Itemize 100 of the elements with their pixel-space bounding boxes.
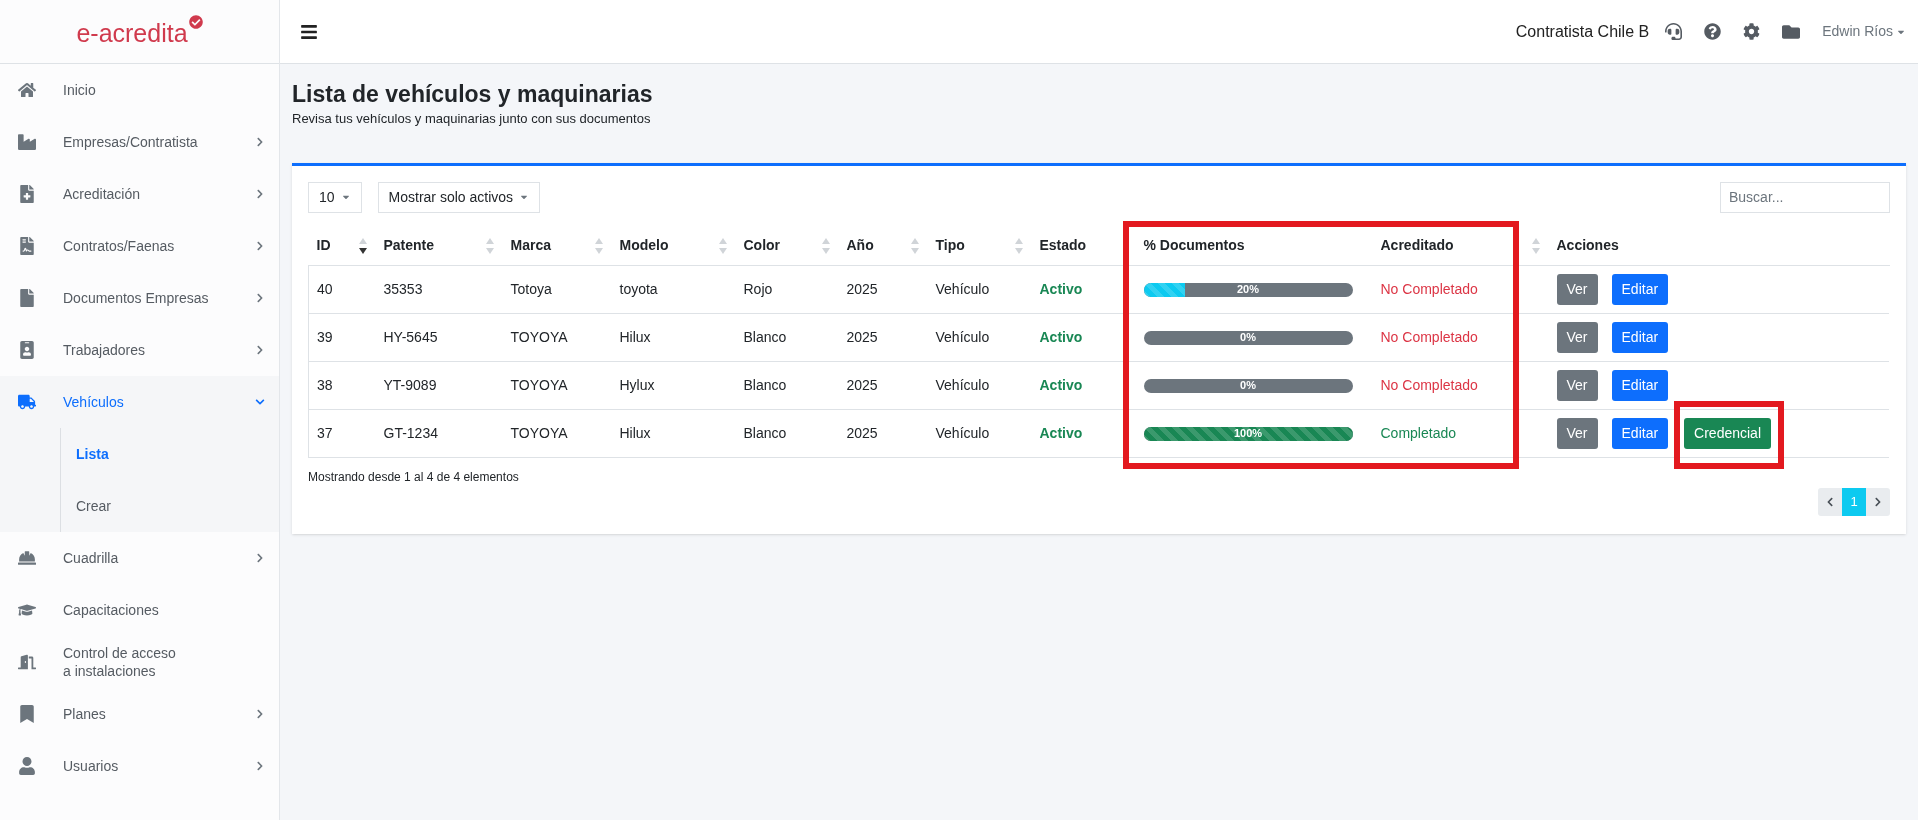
document-icon: [18, 289, 36, 307]
headset-icon[interactable]: [1665, 23, 1683, 40]
folder-icon[interactable]: [1782, 22, 1801, 41]
search-field[interactable]: Buscar...: [1720, 181, 1890, 213]
company-name: Contratista Chile B: [1515, 21, 1650, 42]
sidebar-label: Trabajadores: [63, 341, 146, 359]
view-button[interactable]: Ver: [1556, 418, 1598, 449]
user-menu[interactable]: Edwin Ríos: [1822, 21, 1906, 42]
column-header: Patente: [383, 236, 435, 256]
page-title: Lista de vehículos y maquinarias: [292, 80, 654, 108]
table-cell: 39: [317, 329, 333, 345]
table-cell: Blanco: [743, 329, 787, 345]
table-cell: 2025: [846, 377, 878, 393]
table-cell: TOYOYA: [510, 377, 568, 393]
edit-button[interactable]: Editar: [1611, 322, 1669, 353]
truck-icon: [18, 393, 36, 411]
sidebar-label: Control de acceso a instalaciones: [63, 644, 177, 680]
accreditation-status: No Completado: [1380, 377, 1478, 393]
column-header: % Documentos: [1143, 236, 1245, 256]
sidebar-item[interactable]: Acreditación: [0, 168, 279, 220]
submenu-item[interactable]: Crear: [61, 480, 279, 532]
column-header: Año: [846, 236, 874, 256]
progress-label: 0%: [1239, 330, 1257, 345]
sidebar-label: Planes: [63, 705, 107, 723]
sidebar-label: Inicio: [63, 81, 97, 99]
chevron-right-icon: [255, 709, 265, 719]
table-cell: Rojo: [743, 281, 773, 297]
chevron-right-icon: [255, 345, 265, 355]
column-header: Acreditado: [1380, 236, 1454, 256]
id-badge-icon: [18, 341, 36, 359]
chevron-right-icon: [255, 293, 265, 303]
settings-icon[interactable]: [1743, 23, 1761, 40]
sidebar-item[interactable]: Documentos Empresas: [0, 272, 279, 324]
menu-icon: [300, 22, 318, 41]
sidebar-label: Contratos/Faenas: [63, 237, 176, 255]
table-cell: Blanco: [743, 425, 787, 441]
submenu-item[interactable]: Lista: [61, 428, 279, 480]
sidebar-item[interactable]: Contratos/Faenas: [0, 220, 279, 272]
table-cell: Hilux: [619, 329, 651, 345]
view-button[interactable]: Ver: [1556, 274, 1598, 305]
sidebar-item[interactable]: Capacitaciones: [0, 584, 279, 636]
sidebar-item[interactable]: Cuadrilla: [0, 532, 279, 584]
chevron-right-icon: [1873, 497, 1883, 507]
sidebar-item[interactable]: Empresas/Contratista: [0, 116, 279, 168]
table-cell: 2025: [846, 281, 878, 297]
table-cell: HY-5645: [383, 329, 438, 345]
table-cell: Hilux: [619, 425, 651, 441]
page-size-select[interactable]: 10: [308, 181, 362, 213]
edit-button[interactable]: Editar: [1611, 418, 1669, 449]
accreditation-status: Completado: [1380, 425, 1456, 441]
view-button[interactable]: Ver: [1556, 322, 1598, 353]
table-cell: 37: [317, 425, 333, 441]
table-cell: YT-9089: [383, 377, 437, 393]
document-icon: [18, 237, 36, 255]
view-button[interactable]: Ver: [1556, 370, 1598, 401]
table-cell: TOYOYA: [510, 329, 568, 345]
table-cell: 2025: [846, 329, 878, 345]
door-icon: [18, 653, 36, 671]
help-icon[interactable]: [1704, 23, 1722, 40]
sidebar-item[interactable]: Trabajadores: [0, 324, 279, 376]
page-subtitle: Revisa tus vehículos y maquinarias junto con sus documentos: [292, 110, 652, 128]
table-cell: 40: [317, 281, 333, 297]
table-cell: 2025: [846, 425, 878, 441]
sidebar-item[interactable]: Planes: [0, 688, 279, 740]
chevron-right-icon: [255, 761, 265, 771]
sidebar-item[interactable]: Usuarios: [0, 740, 279, 792]
filter-select[interactable]: Mostrar solo activos: [377, 181, 541, 213]
sidebar-label: Documentos Empresas: [63, 289, 210, 307]
table-cell: Vehículo: [935, 281, 990, 297]
table-cell: Totoya: [510, 281, 552, 297]
accreditation-status: No Completado: [1380, 281, 1478, 297]
sidebar-item[interactable]: Control de acceso a instalaciones: [0, 636, 279, 688]
chevron-right-icon: [255, 241, 265, 251]
sort-arrows-icon[interactable]: [357, 236, 368, 255]
sidebar-item[interactable]: Vehículos: [0, 376, 279, 428]
sidebar-item[interactable]: Inicio: [0, 64, 279, 116]
sidebar-label: Acreditación: [63, 185, 142, 203]
sidebar-label: Cuadrilla: [63, 549, 120, 567]
factory-icon: [18, 133, 36, 151]
sidebar-label: Usuarios: [63, 757, 120, 775]
chevron-down-icon: [255, 397, 265, 407]
table-cell: toyota: [619, 281, 658, 297]
credential-button[interactable]: Credencial: [1684, 418, 1772, 449]
progress-label: 20%: [1236, 282, 1260, 297]
column-header: Estado: [1039, 236, 1087, 256]
table-cell: Vehículo: [935, 329, 990, 345]
table-cell: Hylux: [619, 377, 655, 393]
chevron-right-icon: [255, 189, 265, 199]
menu-button[interactable]: [300, 22, 318, 41]
bookmark-icon: [18, 705, 36, 723]
status-text: Activo: [1039, 329, 1083, 345]
chevron-left-icon: [1825, 497, 1835, 507]
progress-label: 100%: [1232, 426, 1264, 441]
chevron-right-icon: [255, 553, 265, 563]
logo[interactable]: e-acredita: [76, 17, 203, 46]
edit-button[interactable]: Editar: [1611, 370, 1669, 401]
table-cell: TOYOYA: [510, 425, 568, 441]
accreditation-status: No Completado: [1380, 329, 1478, 345]
hard-hat-icon: [18, 549, 36, 567]
edit-button[interactable]: Editar: [1611, 274, 1669, 305]
